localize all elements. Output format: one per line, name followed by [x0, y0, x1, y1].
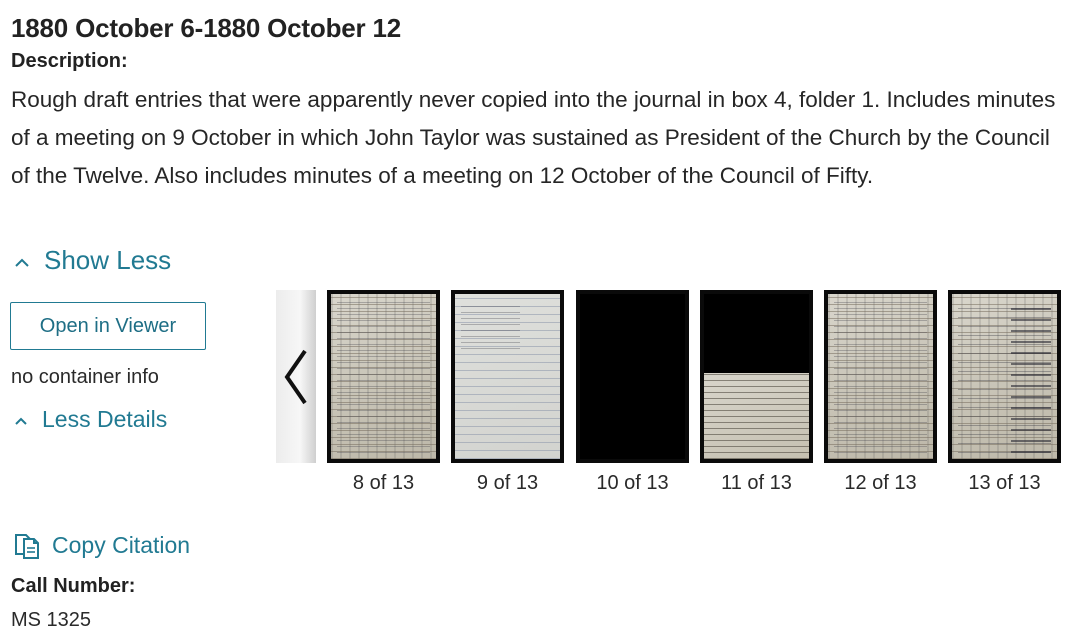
thumbnail-label: 9 of 13: [476, 472, 539, 494]
manuscript-page-image: [952, 294, 1057, 459]
thumbnail-label: 8 of 13: [352, 472, 415, 494]
thumbnail-page-12[interactable]: [824, 290, 937, 463]
chevron-up-icon: [14, 414, 28, 428]
thumbnail-label: 11 of 13: [721, 472, 792, 494]
less-details-label: Less Details: [42, 406, 168, 432]
thumbnail-label: 13 of 13: [968, 472, 1041, 494]
description-label: Description:: [11, 50, 128, 72]
copy-citation-button[interactable]: Copy Citation: [12, 530, 190, 560]
manuscript-page-image: [455, 294, 560, 459]
copy-citation-label: Copy Citation: [52, 531, 191, 558]
record-title: 1880 October 6-1880 October 12: [11, 13, 401, 43]
show-less-label: Show Less: [44, 245, 172, 275]
manuscript-page-image: [331, 294, 436, 459]
copy-document-icon: [12, 530, 42, 560]
open-in-viewer-button[interactable]: Open in Viewer: [10, 302, 206, 350]
container-info: no container info: [11, 366, 159, 388]
less-details-toggle[interactable]: Less Details: [14, 406, 167, 433]
chevron-up-icon: [14, 255, 30, 271]
manuscript-page-image: [704, 294, 809, 459]
manuscript-page-image: [828, 294, 933, 459]
call-number-label: Call Number:: [11, 575, 136, 597]
call-number-value: MS 1325: [11, 609, 92, 631]
thumbnail-page-8[interactable]: [327, 290, 440, 463]
carousel-prev-button[interactable]: [276, 290, 316, 463]
thumbnail-page-9[interactable]: [451, 290, 564, 463]
show-less-toggle[interactable]: Show Less: [14, 245, 171, 276]
thumbnail-page-11[interactable]: [700, 290, 813, 463]
chevron-left-icon: [281, 347, 311, 407]
thumbnail-label: 12 of 13: [844, 472, 917, 494]
thumbnail-page-13[interactable]: [948, 290, 1061, 463]
manuscript-page-image: [580, 294, 685, 459]
thumbnail-label: 10 of 13: [596, 472, 669, 494]
thumbnail-page-10[interactable]: [576, 290, 689, 463]
description-text: Rough draft entries that were apparently…: [11, 87, 1056, 188]
